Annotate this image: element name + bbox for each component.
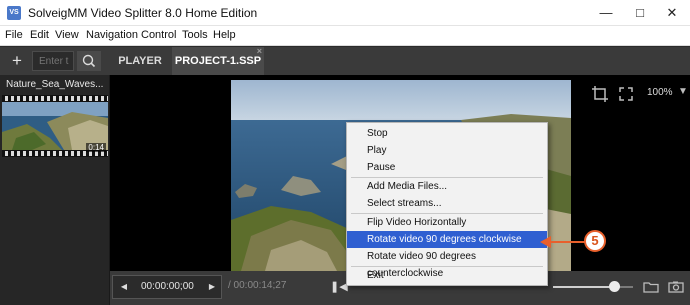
menu-bar: File Edit View Navigation Control Tools … <box>0 26 690 46</box>
step-badge: 5 <box>584 230 606 252</box>
maximize-icon[interactable]: □ <box>624 2 656 24</box>
media-file-name: Nature_Sea_Waves... <box>6 79 104 90</box>
crop-icon[interactable] <box>589 83 611 105</box>
volume-knob[interactable] <box>609 281 620 292</box>
menu-view[interactable]: View <box>55 29 79 41</box>
total-duration: / 00:00:14;27 <box>228 280 287 291</box>
tab-project-label: PROJECT-1.SSP <box>174 55 262 67</box>
folder-icon[interactable] <box>642 279 660 295</box>
triangle-left-icon[interactable]: ◀ <box>115 276 133 298</box>
close-icon[interactable]: ✕ <box>656 2 688 24</box>
window-title: SolveigMM Video Splitter 8.0 Home Editio… <box>28 6 258 20</box>
filmstrip-top <box>2 96 108 101</box>
volume-slider[interactable] <box>553 286 633 288</box>
plus-icon[interactable]: + <box>8 51 26 71</box>
toolbar: + PLAYER PROJECT-1.SSP × <box>0 46 690 75</box>
menu-item-exit[interactable]: Exit <box>347 267 547 284</box>
menu-item-stop[interactable]: Stop <box>347 125 547 142</box>
menu-control[interactable]: Control <box>141 29 176 41</box>
timecode-box: ◀ 00:00:00;00 ▶ <box>112 275 222 299</box>
volume-fill <box>553 286 609 288</box>
media-thumbnail[interactable]: 0:14 <box>2 95 108 157</box>
menu-item-flip-horizontal[interactable]: Flip Video Horizontally <box>347 214 547 231</box>
app-icon: VS <box>7 6 21 20</box>
menu-tools[interactable]: Tools <box>182 29 208 41</box>
search-button[interactable] <box>77 51 101 71</box>
minimize-icon[interactable]: — <box>590 2 622 24</box>
search-icon <box>82 54 96 68</box>
search-input[interactable] <box>32 51 74 71</box>
callout-arrow-head <box>540 236 551 248</box>
triangle-right-icon[interactable]: ▶ <box>203 276 221 298</box>
tab-project[interactable]: PROJECT-1.SSP × <box>172 46 264 75</box>
title-bar: VS SolveigMM Video Splitter 8.0 Home Edi… <box>0 0 690 26</box>
timecode[interactable]: 00:00:00;00 <box>141 281 194 292</box>
menu-edit[interactable]: Edit <box>30 29 49 41</box>
fullscreen-icon[interactable] <box>615 83 637 105</box>
zoom-caret-icon[interactable]: ▼ <box>678 86 688 97</box>
zoom-level[interactable]: 100% <box>647 87 673 98</box>
menu-navigation[interactable]: Navigation <box>86 29 138 41</box>
viewer-tools: 100% ▼ <box>589 83 690 105</box>
menu-item-pause[interactable]: Pause <box>347 159 547 176</box>
media-duration: 0:14 <box>86 143 106 152</box>
camera-icon[interactable] <box>667 279 685 295</box>
callout-arrow-line <box>550 241 586 243</box>
menu-item-select-streams[interactable]: Select streams... <box>347 195 547 212</box>
menu-item-rotate-counterclockwise[interactable]: Rotate video 90 degrees counterclockwise <box>347 248 547 279</box>
menu-help[interactable]: Help <box>213 29 236 41</box>
menu-item-add-media[interactable]: Add Media Files... <box>347 178 547 195</box>
tab-close-icon[interactable]: × <box>257 46 262 56</box>
media-panel: Nature_Sea_Waves... 0:14 <box>0 75 110 305</box>
menu-item-rotate-clockwise[interactable]: Rotate video 90 degrees clockwise <box>347 231 547 248</box>
menu-item-play[interactable]: Play <box>347 142 547 159</box>
context-menu: Stop Play Pause Add Media Files... Selec… <box>346 122 548 286</box>
menu-file[interactable]: File <box>5 29 23 41</box>
tab-player[interactable]: PLAYER <box>113 47 167 75</box>
